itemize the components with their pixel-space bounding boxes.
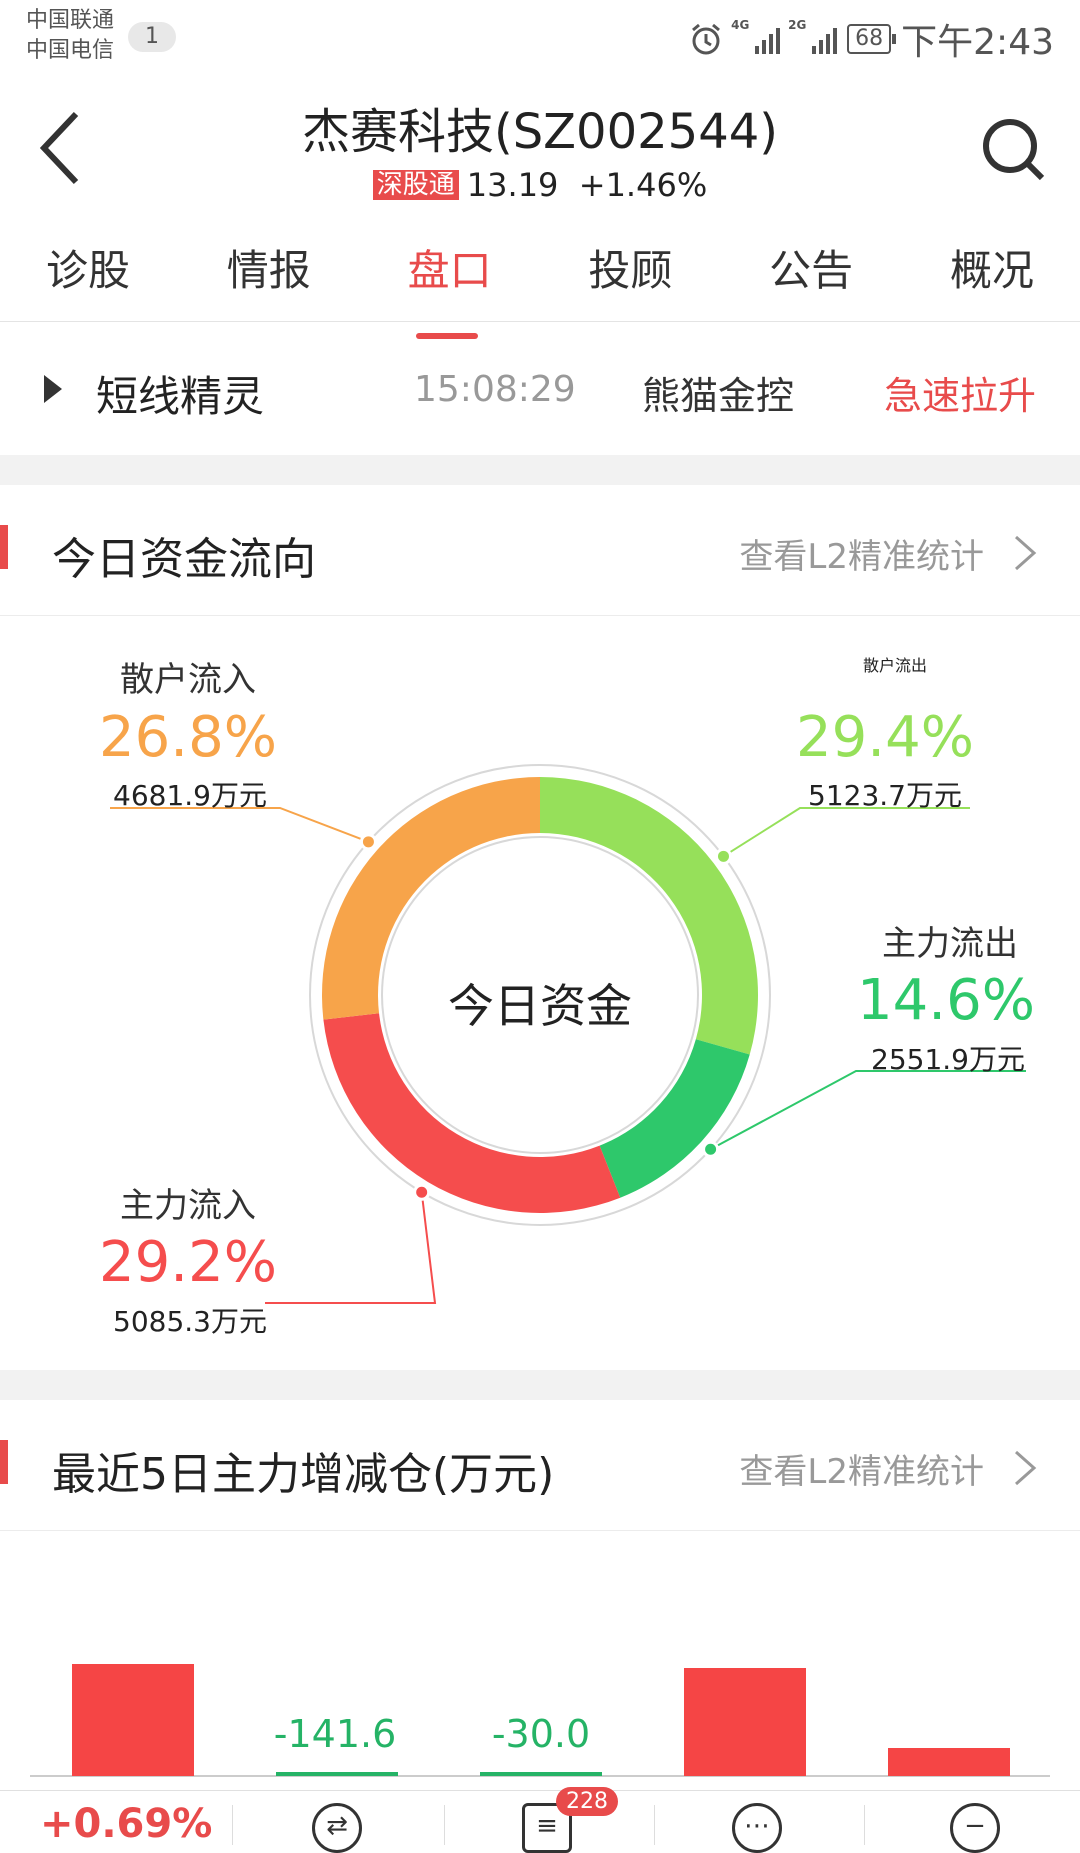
play-icon [44, 375, 62, 403]
leader-line [265, 1192, 437, 1304]
elf-action: 急速拉升 [883, 374, 1036, 418]
elf-title: 短线精灵 [96, 372, 265, 421]
tab-overview[interactable]: 概况 [932, 240, 1052, 321]
signal-4g-icon: 4G [731, 18, 781, 54]
leader-dot [413, 1183, 431, 1201]
section-marker [0, 525, 8, 569]
bar-day4 [684, 1668, 806, 1776]
remove-icon[interactable]: − [950, 1803, 1000, 1853]
divider [232, 1805, 233, 1845]
leader-line [710, 1070, 1026, 1151]
main-outflow-arc [599, 1039, 750, 1198]
main-inflow-arc [323, 1013, 621, 1213]
elf-time: 15:08:29 [414, 369, 576, 410]
divider [864, 1805, 865, 1845]
retail-outflow-amount: 5123.7万元 [808, 779, 962, 812]
donut-center-label: 今日资金 [448, 979, 632, 1033]
elf-company: 熊猫金控 [642, 374, 795, 418]
main-outflow-pct: 14.6% [857, 968, 1035, 1033]
tab-bar: 诊股 情报 盘口 投顾 公告 概况 [0, 240, 1080, 339]
retail-inflow-pct: 26.8% [99, 705, 277, 770]
bottom-change: +0.69% [40, 1801, 213, 1847]
retail-outflow-name: 散户流出 [862, 656, 927, 675]
comment-badge: 228 [556, 1787, 618, 1816]
main-inflow-name: 主力流入 [120, 1186, 256, 1226]
signal-2g-icon: 2G [788, 18, 838, 54]
retail-inflow-amount: 4681.9万元 [113, 779, 267, 812]
more-icon[interactable]: ⋯ [732, 1803, 782, 1853]
sim-badge: 1 [128, 22, 176, 52]
divider [0, 1370, 1080, 1400]
bar-day1 [72, 1664, 194, 1776]
tab-announcement[interactable]: 公告 [751, 240, 871, 321]
switch-icon[interactable]: ⇄ [312, 1803, 362, 1853]
section-marker [0, 1440, 8, 1484]
five-day-title: 最近5日主力增减仓(万元) [52, 1449, 555, 1500]
leader-dot [702, 1140, 720, 1158]
price: 13.19 [466, 166, 559, 204]
leader-dot [359, 833, 377, 851]
fund-flow-header: 今日资金流向 查看L2精准统计 [0, 485, 1080, 616]
bar-day2 [276, 1772, 398, 1776]
tab-advisor[interactable]: 投顾 [570, 240, 690, 321]
search-icon[interactable] [980, 116, 1046, 182]
chevron-right-icon[interactable] [1012, 535, 1038, 571]
divider [0, 455, 1080, 485]
retail-inflow-name: 散户流入 [120, 660, 256, 700]
divider [654, 1805, 655, 1845]
main-inflow-pct: 29.2% [99, 1230, 277, 1295]
connect-tag: 深股通 [372, 170, 459, 200]
l2-stats-link[interactable]: 查看L2精准统计 [739, 529, 984, 578]
l2-stats-link[interactable]: 查看L2精准统计 [739, 1444, 984, 1493]
price-change: +1.46% [578, 166, 708, 204]
carrier-2: 中国电信 [26, 38, 115, 63]
main-inflow-amount: 5085.3万元 [113, 1305, 267, 1338]
alarm-icon [692, 23, 721, 55]
price-line: 深股通 13.19 +1.46% [0, 164, 1080, 204]
bar-day5 [888, 1748, 1010, 1776]
five-day-header: 最近5日主力增减仓(万元) 查看L2精准统计 [0, 1400, 1080, 1531]
bar-value-day2: -141.6 [273, 1712, 397, 1756]
bar-day3 [480, 1772, 602, 1776]
leader-dot [714, 847, 732, 865]
status-icons: 4G 2G 68 下午2:43 [689, 14, 1054, 64]
divider [444, 1805, 445, 1845]
clock: 下午2:43 [901, 22, 1054, 63]
chevron-right-icon[interactable] [1012, 1450, 1038, 1486]
tab-news[interactable]: 情报 [209, 240, 329, 321]
leader-line [722, 807, 970, 858]
short-line-elf-row[interactable]: 短线精灵 15:08:29 熊猫金控 急速拉升 [0, 323, 1080, 455]
carrier-1: 中国联通 [26, 8, 115, 33]
tab-handicap[interactable]: 盘口 [390, 240, 510, 339]
main-outflow-name: 主力流出 [882, 924, 1018, 964]
battery-icon: 68 [847, 24, 897, 54]
fund-flow-title: 今日资金流向 [52, 534, 316, 585]
bottom-toolbar: +0.69% ⇄ ≡ 228 ⋯ − [0, 1787, 1080, 1853]
retail-outflow-pct: 29.4% [796, 705, 974, 770]
tab-diagnose[interactable]: 诊股 [28, 240, 148, 321]
main-outflow-amount: 2551.9万元 [871, 1043, 1025, 1076]
bar-value-day3: -30.0 [491, 1712, 591, 1756]
page-title: 杰赛科技(SZ002544) [301, 104, 779, 160]
